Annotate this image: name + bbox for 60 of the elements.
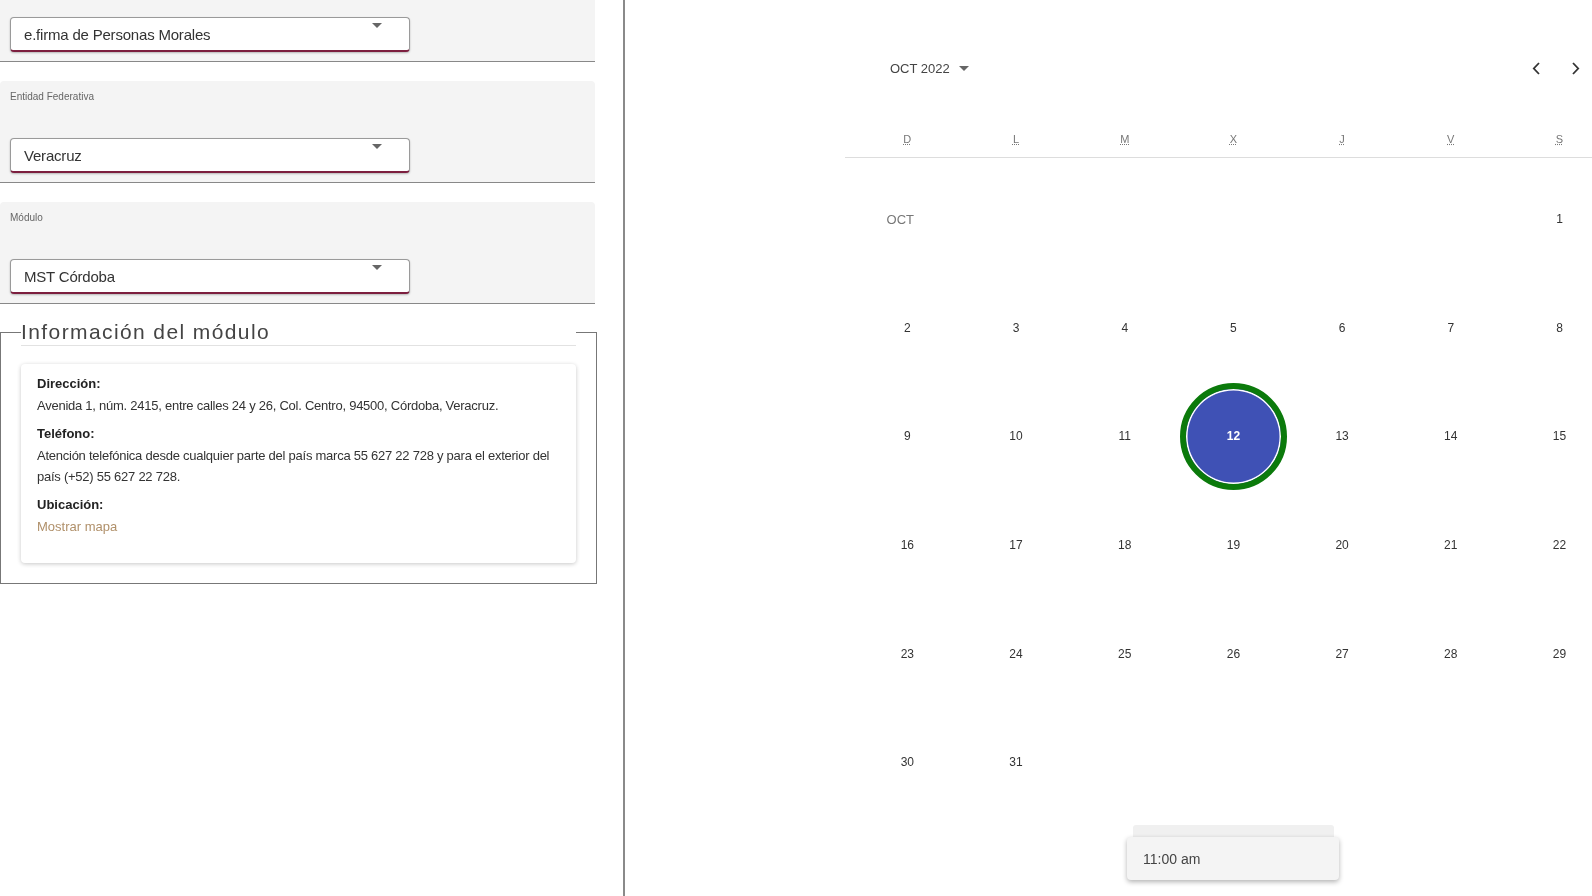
chevron-left-icon [1532, 61, 1540, 75]
weekday-label: S [1555, 132, 1564, 145]
calendar-day[interactable]: 25 [1118, 646, 1132, 661]
calendar-day[interactable]: 17 [1009, 538, 1023, 553]
month-label: OCT [886, 211, 915, 227]
section-title: Información del módulo [21, 319, 576, 346]
weekday-label: V [1447, 132, 1455, 145]
caret-icon [372, 23, 382, 28]
field-label: Módulo [10, 212, 43, 224]
month-picker-button[interactable]: OCT 2022 [887, 57, 972, 79]
select-field[interactable]: e.firma de Personas Morales [10, 17, 410, 52]
calendar-day[interactable]: 16 [900, 538, 914, 553]
calendar-day[interactable]: 14 [1444, 429, 1458, 444]
calendar-day[interactable]: 4 [1121, 320, 1129, 335]
calendar-day[interactable]: 10 [1009, 429, 1023, 444]
info-label: Ubicación: [37, 495, 104, 514]
info-label: Dirección: [37, 375, 101, 393]
calendar-day[interactable]: 19 [1226, 538, 1241, 553]
calendar-day[interactable]: 1 [1556, 212, 1563, 227]
calendar-day[interactable]: 29 [1552, 646, 1567, 661]
calendar-day[interactable]: 26 [1226, 646, 1241, 661]
calendar-day[interactable]: 2 [904, 320, 911, 335]
field-label: Entidad Federativa [10, 91, 94, 103]
calendar-day[interactable]: 13 [1335, 429, 1349, 444]
previous-month-button[interactable] [1532, 61, 1540, 75]
calendar-day[interactable]: 5 [1230, 320, 1237, 335]
info-text: Atención telefónica desde cualquier parte del país marca 55 627 22 728 y para el exterior del país (+52) 55 627 22 728. [37, 446, 551, 486]
time-option[interactable]: 11:00 am [1127, 837, 1339, 880]
select-field[interactable]: MST Córdoba [10, 259, 410, 294]
calendar-day[interactable]: 9 [904, 429, 911, 444]
calendar-day[interactable]: 7 [1447, 320, 1455, 335]
calendar-day[interactable]: 3 [1012, 320, 1020, 335]
info-label: Teléfono: [37, 424, 95, 443]
calendar-day[interactable]: 24 [1009, 646, 1023, 661]
calendar-day[interactable]: 18 [1118, 538, 1132, 553]
caret-icon [372, 144, 382, 149]
select-field[interactable]: Veracruz [10, 138, 410, 173]
calendar-day[interactable]: 20 [1335, 538, 1349, 553]
calendar-day[interactable]: 12 [1179, 383, 1287, 490]
caret-icon [372, 265, 382, 270]
calendar-day[interactable]: 8 [1556, 320, 1563, 335]
calendar-day[interactable]: 30 [900, 755, 914, 770]
weekday-label: J [1339, 132, 1345, 145]
weekday-label: L [1012, 132, 1020, 145]
calendar-day[interactable]: 27 [1335, 646, 1349, 661]
calendar-day[interactable]: 22 [1552, 538, 1567, 553]
calendar-day[interactable]: 23 [900, 646, 914, 661]
caret-icon [958, 65, 969, 71]
calendar-day[interactable]: 21 [1444, 538, 1458, 553]
next-month-button[interactable] [1572, 61, 1580, 75]
calendar-day[interactable]: 31 [1009, 755, 1023, 770]
weekday-label: X [1229, 132, 1238, 145]
calendar-day[interactable]: 11 [1118, 429, 1131, 444]
calendar-day[interactable]: 28 [1444, 646, 1458, 661]
calendar-day[interactable]: 6 [1338, 320, 1346, 335]
chevron-right-icon [1572, 61, 1580, 75]
info-text: Avenida 1, núm. 2415, entre calles 24 y 26, Col. Centro, 94500, Córdoba, Veracruz. [37, 397, 499, 415]
weekday-label: M [1120, 132, 1130, 145]
weekday-label: D [903, 132, 912, 145]
calendar-day[interactable]: 15 [1552, 429, 1567, 444]
